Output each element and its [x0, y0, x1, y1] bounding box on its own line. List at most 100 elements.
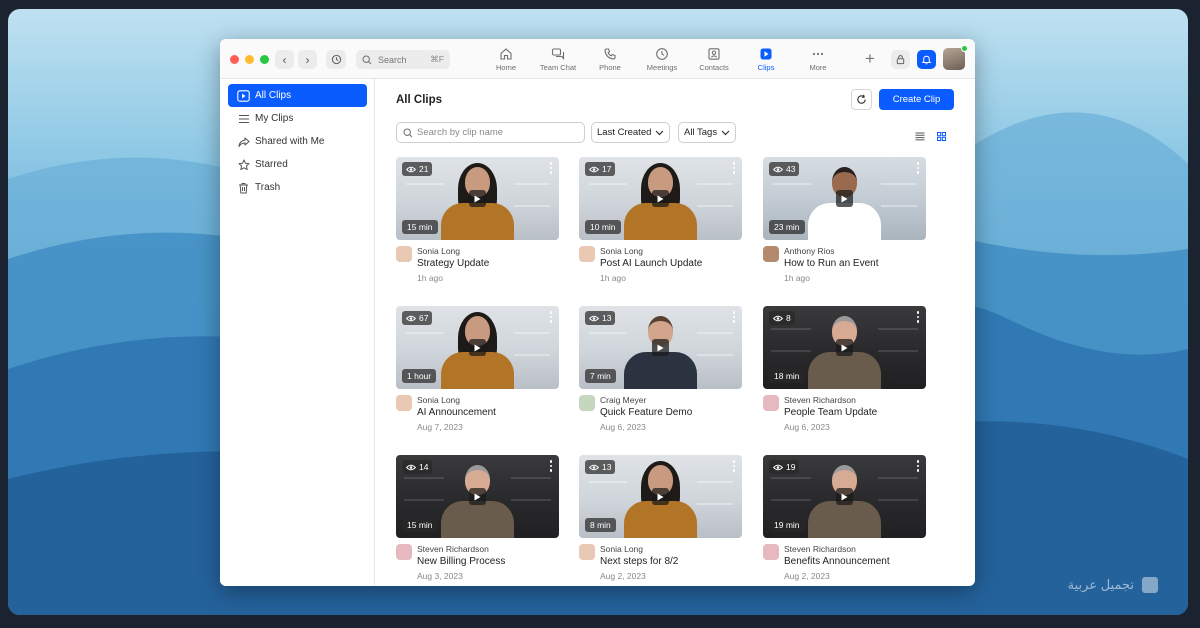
more-options-button[interactable] — [732, 460, 736, 472]
sidebar-item-label: All Clips — [255, 90, 292, 101]
view-count: 8 — [786, 313, 791, 323]
sidebar-item-my-clips[interactable]: My Clips — [228, 107, 367, 130]
clip-owner: Sonia Long — [417, 395, 461, 405]
refresh-button[interactable] — [851, 89, 872, 110]
clip-thumbnail[interactable]: 21 15 min — [396, 157, 559, 240]
clip-search-input[interactable] — [417, 127, 577, 138]
clip-title[interactable]: Strategy Update — [417, 258, 489, 269]
lock-button[interactable] — [891, 50, 910, 69]
tags-dropdown[interactable]: All Tags — [678, 122, 737, 143]
more-options-button[interactable] — [549, 162, 553, 174]
tab-more[interactable]: More — [792, 45, 844, 75]
clip-owner: Anthony Rios — [784, 246, 835, 256]
new-button[interactable]: + — [865, 50, 875, 67]
close-window-button[interactable] — [230, 55, 239, 64]
more-options-button[interactable] — [732, 162, 736, 174]
clip-thumbnail[interactable]: 17 10 min — [579, 157, 742, 240]
tab-home[interactable]: Home — [480, 45, 532, 75]
list-view-button[interactable] — [915, 128, 925, 146]
more-options-button[interactable] — [916, 460, 920, 472]
watermark: تجميل عربية — [1060, 571, 1166, 599]
clip-card[interactable]: 13 8 min Sonia Long Next steps for 8/2 Aug 2… — [579, 455, 742, 586]
play-button[interactable] — [652, 488, 669, 505]
clip-card[interactable]: 21 15 min Sonia Long Strategy Update 1h ago — [396, 157, 559, 297]
clip-thumbnail[interactable]: 14 15 min — [396, 455, 559, 538]
logo-icon — [1142, 577, 1158, 593]
forward-button[interactable]: › — [298, 50, 317, 69]
clip-card[interactable]: 14 15 min Steven Richardson New Billing Pro… — [396, 455, 559, 586]
more-vertical-icon — [549, 311, 553, 314]
clip-thumbnail[interactable]: 13 7 min — [579, 306, 742, 389]
duration-badge: 7 min — [585, 369, 616, 383]
clip-thumbnail[interactable]: 67 1 hour — [396, 306, 559, 389]
more-options-button[interactable] — [916, 162, 920, 174]
clip-title[interactable]: Post AI Launch Update — [600, 258, 702, 269]
clip-title[interactable]: Benefits Announcement — [784, 556, 890, 567]
more-options-button[interactable] — [732, 311, 736, 323]
tab-team-chat[interactable]: Team Chat — [532, 45, 584, 75]
global-search[interactable]: Search ⌘F — [356, 50, 450, 69]
clip-card[interactable]: 19 19 min Steven Richardson Benefits Announ… — [763, 455, 926, 586]
view-count: 67 — [419, 313, 429, 323]
clip-search-field[interactable] — [396, 122, 585, 143]
tab-meetings[interactable]: Meetings — [636, 45, 688, 75]
history-button[interactable] — [326, 50, 346, 69]
clip-title[interactable]: Next steps for 8/2 — [600, 556, 678, 567]
play-button[interactable] — [469, 190, 486, 207]
clip-title[interactable]: Quick Feature Demo — [600, 407, 692, 418]
play-icon — [841, 195, 848, 202]
person-body — [808, 501, 881, 538]
back-button[interactable]: ‹ — [275, 50, 294, 69]
notifications-button[interactable] — [917, 50, 936, 69]
clip-thumbnail[interactable]: 19 19 min — [763, 455, 926, 538]
clip-date: Aug 6, 2023 — [784, 422, 830, 432]
owner-avatar — [763, 395, 779, 411]
clip-card[interactable]: 17 10 min Sonia Long Post AI Launch Update 1… — [579, 157, 742, 297]
clip-title[interactable]: How to Run an Event — [784, 258, 879, 269]
grid-view-button[interactable] — [937, 128, 947, 146]
clip-thumbnail[interactable]: 43 23 min — [763, 157, 926, 240]
play-button[interactable] — [652, 190, 669, 207]
clip-owner: Steven Richardson — [417, 544, 489, 554]
tab-contacts-label: Contacts — [699, 63, 729, 72]
sidebar-item-starred[interactable]: Starred — [228, 153, 367, 176]
sidebar-item-trash[interactable]: Trash — [228, 176, 367, 199]
profile-avatar[interactable] — [943, 45, 968, 70]
tab-phone[interactable]: Phone — [584, 45, 636, 75]
person-body — [624, 203, 697, 240]
tab-clips[interactable]: Clips — [740, 45, 792, 75]
clip-title[interactable]: People Team Update — [784, 407, 877, 418]
play-button[interactable] — [836, 339, 853, 356]
duration-badge: 8 min — [585, 518, 616, 532]
play-icon — [841, 344, 848, 351]
more-options-button[interactable] — [916, 311, 920, 323]
clip-card[interactable]: 8 18 min Steven Richardson People Team Upda… — [763, 306, 926, 446]
minimize-window-button[interactable] — [245, 55, 254, 64]
clip-card[interactable]: 43 23 min Anthony Rios How to Run an Event 1… — [763, 157, 926, 297]
clip-card[interactable]: 13 7 min Craig Meyer Quick Feature Demo Aug … — [579, 306, 742, 446]
sidebar-item-all-clips[interactable]: All Clips — [228, 84, 367, 107]
play-button[interactable] — [469, 488, 486, 505]
play-button[interactable] — [836, 190, 853, 207]
refresh-icon — [857, 94, 866, 104]
lock-icon — [896, 55, 905, 65]
maximize-window-button[interactable] — [260, 55, 269, 64]
sidebar-item-shared-with-me[interactable]: Shared with Me — [228, 130, 367, 153]
clip-title[interactable]: New Billing Process — [417, 556, 505, 567]
sort-dropdown[interactable]: Last Created — [591, 122, 671, 143]
play-icon — [474, 195, 481, 202]
clip-card[interactable]: 67 1 hour Sonia Long AI Announcement Aug 7, … — [396, 306, 559, 446]
play-button[interactable] — [469, 339, 486, 356]
tab-contacts[interactable]: Contacts — [688, 45, 740, 75]
duration-badge: 18 min — [769, 369, 805, 383]
play-button[interactable] — [652, 339, 669, 356]
clip-date: 1h ago — [600, 273, 626, 283]
clip-thumbnail[interactable]: 8 18 min — [763, 306, 926, 389]
clip-thumbnail[interactable]: 13 8 min — [579, 455, 742, 538]
create-clip-button[interactable]: Create Clip — [879, 89, 954, 110]
view-count-badge: 19 — [769, 460, 800, 474]
more-options-button[interactable] — [549, 311, 553, 323]
more-options-button[interactable] — [549, 460, 553, 472]
play-button[interactable] — [836, 488, 853, 505]
clip-title[interactable]: AI Announcement — [417, 407, 496, 418]
